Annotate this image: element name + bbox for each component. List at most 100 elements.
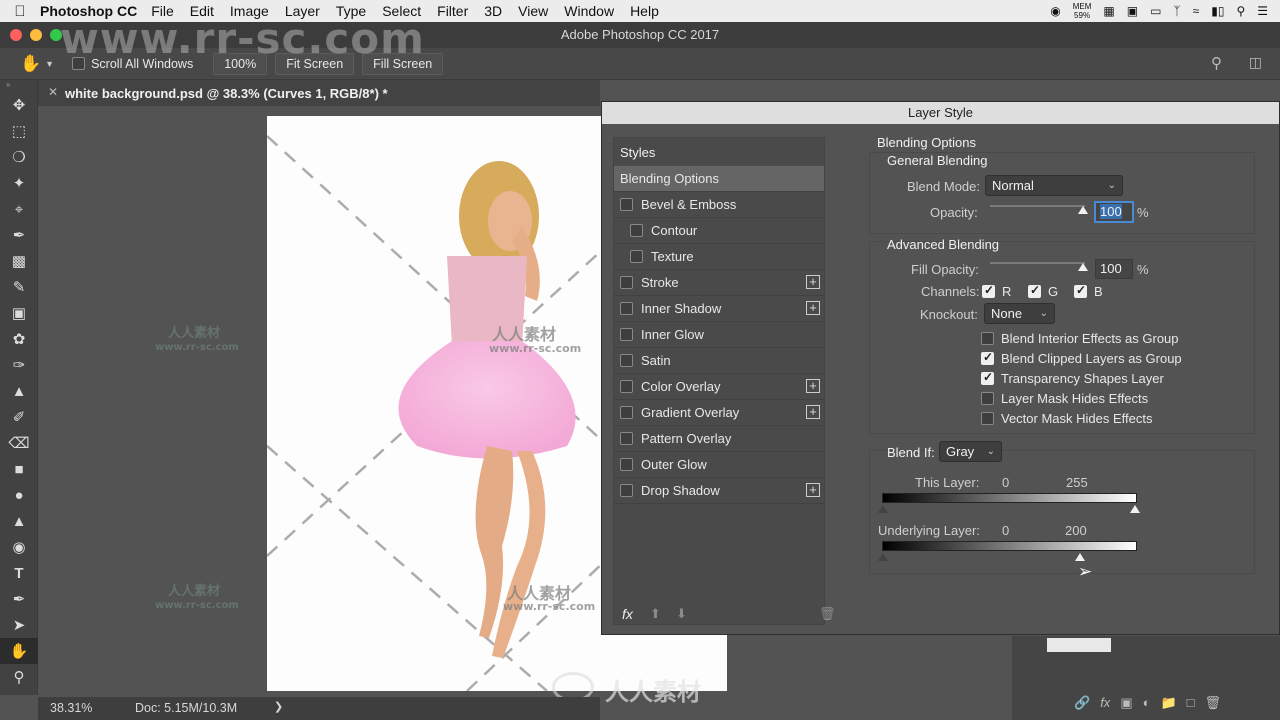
brush-tool-icon[interactable]: ✎ — [0, 274, 38, 300]
advanced-option-checkbox[interactable] — [981, 412, 994, 425]
this-layer-black-thumb[interactable] — [878, 505, 888, 513]
menu-filter[interactable]: Filter — [437, 3, 468, 19]
style-item[interactable]: Gradient Overlay + — [614, 400, 824, 426]
fill-opacity-slider-thumb[interactable] — [1078, 263, 1088, 271]
style-item[interactable]: Contour — [614, 218, 824, 244]
fill-screen-button[interactable]: Fill Screen — [362, 52, 444, 75]
channel-b[interactable]: B — [1074, 283, 1103, 299]
panel-collapse-icon[interactable]: » — [0, 80, 37, 92]
memory-indicator[interactable]: MEM 59% — [1073, 2, 1092, 20]
advanced-option[interactable]: Blend Clipped Layers as Group — [981, 350, 1182, 366]
channel-r[interactable]: R — [982, 283, 1011, 299]
battery-icon[interactable]: ▮▯ — [1211, 4, 1224, 18]
advanced-option[interactable]: Vector Mask Hides Effects — [981, 411, 1153, 426]
dialog-title[interactable]: Layer Style — [602, 102, 1279, 124]
menu-select[interactable]: Select — [382, 3, 421, 19]
style-item[interactable]: Drop Shadow + — [614, 478, 824, 504]
zoom-100-button[interactable]: 100% — [213, 52, 268, 75]
underlying-white-thumb[interactable] — [1075, 553, 1085, 561]
style-item-checkbox[interactable] — [620, 432, 633, 445]
menu-view[interactable]: View — [518, 3, 548, 19]
type-tool-icon[interactable]: T — [0, 560, 38, 586]
add-style-instance-icon[interactable]: + — [806, 275, 820, 289]
style-item-checkbox[interactable] — [620, 354, 633, 367]
menu-image[interactable]: Image — [230, 3, 269, 19]
advanced-option-checkbox[interactable] — [981, 350, 994, 365]
art-brush-tool-icon[interactable]: ✐ — [0, 404, 38, 430]
paint-brush-icon[interactable]: ✑ — [0, 352, 38, 378]
add-style-instance-icon[interactable]: + — [806, 301, 820, 315]
menu-window[interactable]: Window — [564, 3, 614, 19]
delete-layer-icon[interactable]: 🗑 — [1205, 695, 1222, 711]
menu-layer[interactable]: Layer — [285, 3, 320, 19]
knockout-select[interactable]: None ⌄ — [984, 303, 1055, 324]
opacity-slider-thumb[interactable] — [1078, 206, 1088, 214]
window-minimize-button[interactable] — [30, 29, 42, 41]
layer-thumbnail[interactable] — [1047, 638, 1111, 652]
channel-g-checkbox[interactable] — [1028, 283, 1041, 298]
opacity-input[interactable]: 100 — [1095, 202, 1133, 222]
menu-app-name[interactable]: Photoshop CC — [40, 3, 137, 19]
status-menu-arrow-icon[interactable]: ❯ — [274, 700, 283, 713]
fill-opacity-slider-track[interactable] — [990, 262, 1085, 264]
style-item[interactable]: Pattern Overlay — [614, 426, 824, 452]
style-item-checkbox[interactable] — [620, 302, 633, 315]
healing-brush-tool-icon[interactable]: ▩ — [0, 248, 38, 274]
blur-tool-icon[interactable]: ● — [0, 482, 38, 508]
fit-screen-button[interactable]: Fit Screen — [275, 52, 355, 75]
sponge-tool-icon[interactable]: ◉ — [0, 534, 38, 560]
advanced-option[interactable]: Blend Interior Effects as Group — [981, 331, 1179, 346]
style-item[interactable]: Satin — [614, 348, 824, 374]
style-item-checkbox[interactable] — [620, 406, 633, 419]
chevron-down-icon[interactable]: ▼ — [45, 59, 54, 69]
blend-if-select[interactable]: Gray ⌄ — [939, 441, 1002, 462]
marquee-tool-icon[interactable]: ⬚ — [0, 118, 38, 144]
opacity-slider-track[interactable] — [990, 205, 1085, 207]
new-group-icon[interactable]: 📁 — [1160, 695, 1176, 711]
advanced-option-checkbox[interactable] — [981, 370, 994, 385]
stamp-tool-icon[interactable]: ▲ — [0, 378, 38, 404]
style-item-checkbox[interactable] — [630, 224, 643, 237]
advanced-option[interactable]: Layer Mask Hides Effects — [981, 391, 1148, 406]
style-item-checkbox[interactable] — [620, 484, 633, 497]
style-item[interactable]: Stroke + — [614, 270, 824, 296]
style-item-checkbox[interactable] — [620, 380, 633, 393]
style-item-checkbox[interactable] — [630, 250, 643, 263]
hand-tool-icon[interactable]: ✋ — [0, 638, 38, 664]
add-style-instance-icon[interactable]: + — [806, 379, 820, 393]
airplay-icon[interactable]: ▭ — [1150, 4, 1161, 18]
path-selection-tool-icon[interactable]: ➤ — [0, 612, 38, 638]
styles-header[interactable]: Styles — [620, 145, 655, 160]
style-item-checkbox[interactable] — [620, 328, 633, 341]
channel-g[interactable]: G — [1028, 283, 1058, 299]
apple-icon[interactable]:  — [0, 3, 40, 20]
fx-menu-icon[interactable]: fx — [622, 606, 633, 622]
trash-icon[interactable]: 🗑 — [819, 606, 836, 622]
eraser-tool-icon[interactable]: ⌫ — [0, 430, 38, 456]
style-item[interactable]: Blending Options — [614, 166, 824, 192]
window-zoom-button[interactable] — [50, 29, 62, 41]
style-item[interactable]: Color Overlay + — [614, 374, 824, 400]
hand-tool-preset-icon[interactable]: ✋ — [20, 54, 41, 74]
workspace-icon[interactable]: ◫ — [1249, 54, 1262, 71]
link-layers-icon[interactable]: 🔗 — [1074, 695, 1090, 711]
fill-opacity-input[interactable]: 100 — [1095, 259, 1133, 279]
crop-tool-icon[interactable]: ⌖ — [0, 196, 38, 222]
menu-3d[interactable]: 3D — [484, 3, 502, 19]
history-brush-tool-icon[interactable]: ✿ — [0, 326, 38, 352]
move-tool-icon[interactable]: ✥ — [0, 92, 38, 118]
notification-icon[interactable]: ▣ — [1127, 4, 1138, 18]
move-down-icon[interactable]: ⬇ — [676, 606, 687, 622]
bluetooth-icon[interactable]: ᛉ — [1173, 4, 1180, 18]
style-item[interactable]: Outer Glow — [614, 452, 824, 478]
blend-mode-select[interactable]: Normal ⌄ — [985, 175, 1123, 196]
style-item[interactable]: Texture — [614, 244, 824, 270]
style-item[interactable]: Bevel & Emboss — [614, 192, 824, 218]
this-layer-white-thumb[interactable] — [1130, 505, 1140, 513]
underlying-black-thumb[interactable] — [878, 553, 888, 561]
adjustment-layer-icon[interactable]: ◐ — [1143, 695, 1151, 711]
new-layer-icon[interactable]: □ — [1187, 695, 1195, 711]
spotlight-search-icon[interactable]: ⚲ — [1236, 4, 1245, 18]
add-style-instance-icon[interactable]: + — [806, 405, 820, 419]
scroll-all-windows-checkbox[interactable] — [72, 57, 86, 70]
